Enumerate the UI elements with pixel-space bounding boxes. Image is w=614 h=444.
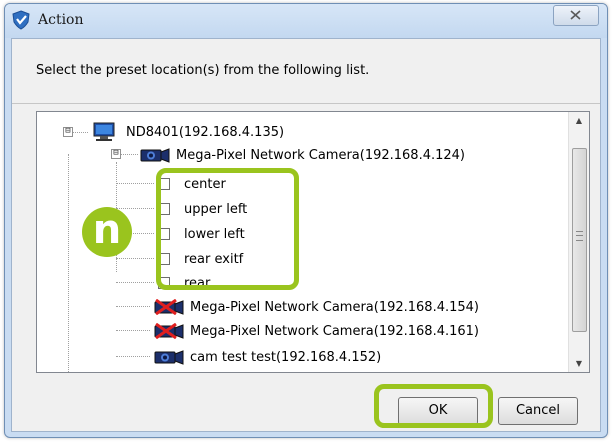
tree-node-label: Mega-Pixel Network Camera(192.168.4.154) xyxy=(190,299,480,315)
tree-node-root[interactable]: ND8401(192.168.4.135) xyxy=(92,121,284,143)
tree-connector xyxy=(116,282,154,283)
ok-button-highlight-callout xyxy=(374,384,493,428)
step-badge-letter: n xyxy=(92,207,122,253)
scroll-down-arrow-icon[interactable]: ▼ xyxy=(569,355,589,372)
computer-icon xyxy=(93,122,115,141)
camera-disconnected-icon xyxy=(154,323,184,339)
cancel-button[interactable]: Cancel xyxy=(498,397,578,425)
window-title: Action xyxy=(38,12,84,28)
tree-connector xyxy=(116,356,150,357)
camera-disconnected-icon xyxy=(154,299,184,315)
presets-highlight-callout xyxy=(156,168,299,290)
tree-connector xyxy=(116,258,154,259)
vertical-scrollbar[interactable]: ▲ ▼ xyxy=(568,112,589,372)
app-shield-icon xyxy=(12,10,30,30)
root-collapse-toggle[interactable]: ⊟ xyxy=(63,127,73,137)
tree-node-camera-161[interactable]: Mega-Pixel Network Camera(192.168.4.161) xyxy=(154,320,479,342)
tree-node-camera-152[interactable]: cam test test(192.168.4.152) xyxy=(154,346,381,368)
camera-icon xyxy=(140,148,170,163)
step-badge: n xyxy=(82,207,132,257)
tree-node-camera-154[interactable]: Mega-Pixel Network Camera(192.168.4.154) xyxy=(154,296,479,318)
tree-connector xyxy=(116,330,150,331)
scroll-thumb[interactable] xyxy=(572,148,587,332)
tree-connector xyxy=(116,306,150,307)
tree-connector xyxy=(116,183,154,184)
camera-collapse-toggle[interactable]: ⊟ xyxy=(111,149,121,159)
tree-node-camera-124[interactable]: Mega-Pixel Network Camera(192.168.4.124) xyxy=(140,144,465,166)
camera-icon xyxy=(154,350,184,365)
tree-node-label: cam test test(192.168.4.152) xyxy=(190,349,382,365)
close-icon xyxy=(570,10,581,20)
title-bar[interactable]: Action xyxy=(5,4,607,38)
tree-node-label: ND8401(192.168.4.135) xyxy=(126,124,285,140)
grip-icon xyxy=(576,231,583,241)
divider xyxy=(12,103,600,104)
close-button[interactable] xyxy=(553,5,599,26)
instruction-text: Select the preset location(s) from the f… xyxy=(36,63,370,78)
tree-connector xyxy=(68,154,69,372)
tree-node-label: Mega-Pixel Network Camera(192.168.4.124) xyxy=(176,147,466,163)
tree-node-label: Mega-Pixel Network Camera(192.168.4.161) xyxy=(190,323,480,339)
scroll-up-arrow-icon[interactable]: ▲ xyxy=(569,112,589,129)
